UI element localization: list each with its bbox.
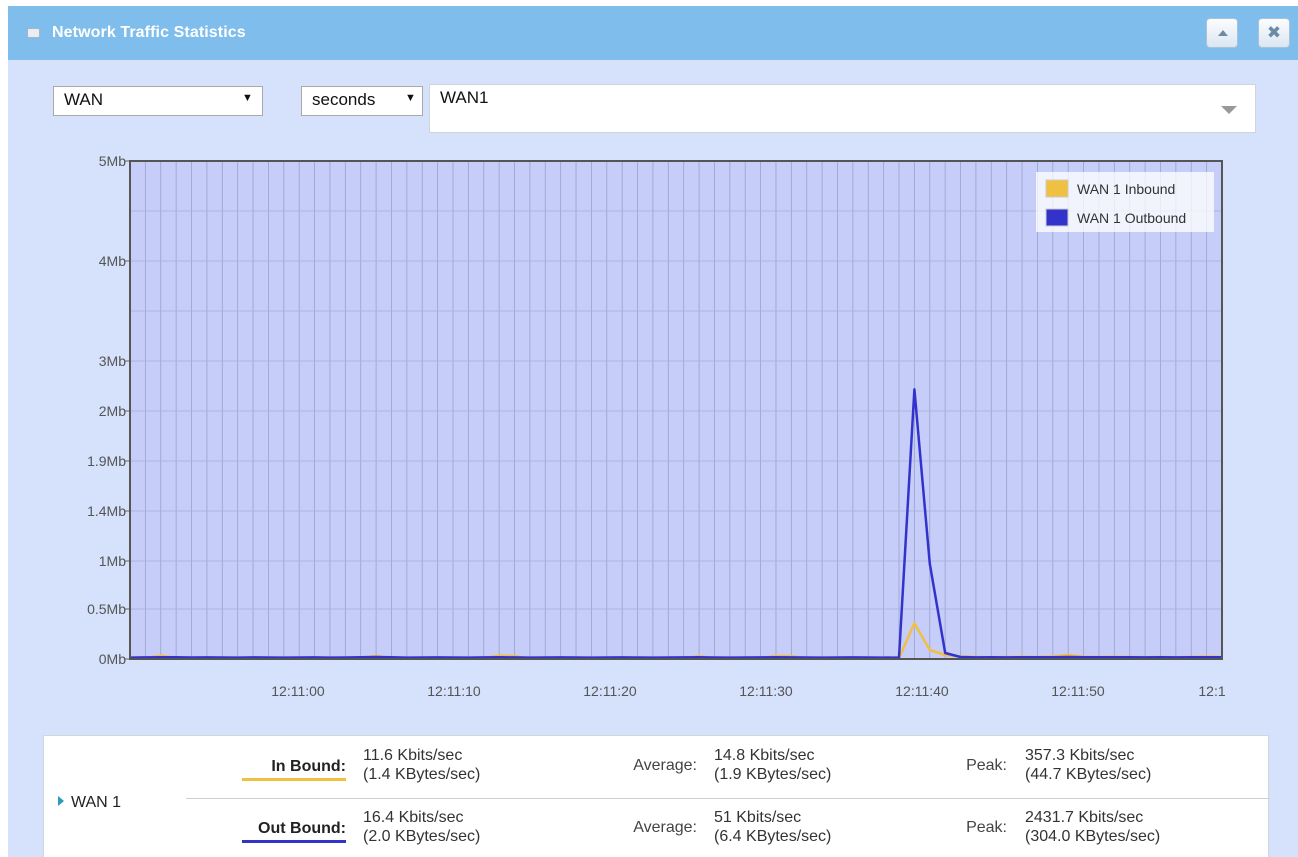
inbound-peak-kbytes: (44.7 KBytes/sec) bbox=[1025, 766, 1152, 783]
y-tick-label: 1.9Mb bbox=[87, 453, 126, 469]
panel-titlebar: Network Traffic Statistics ✖ bbox=[8, 6, 1298, 60]
x-tick-label: 12:11:30 bbox=[739, 683, 793, 699]
inbound-peak-label: Peak: bbox=[966, 757, 1007, 774]
inbound-label-text: In Bound: bbox=[271, 758, 346, 775]
y-tick-label: 1.4Mb bbox=[87, 503, 126, 519]
outbound-label-text: Out Bound: bbox=[258, 820, 346, 837]
traffic-chart: 5Mb 4Mb 3Mb 2Mb 1.9Mb 1.4Mb 1Mb 0.5Mb 0Mb 12:11:0… bbox=[87, 156, 1226, 699]
outbound-average-kbits: 51 Kbits/sec bbox=[714, 809, 802, 826]
x-tick-label: 12:1 bbox=[1198, 683, 1225, 699]
outbound-average: 51 Kbits/sec (6.4 KBytes/sec) bbox=[714, 808, 831, 846]
x-tick-label: 12:11:40 bbox=[895, 683, 949, 699]
time-unit-select[interactable]: seconds ▼ bbox=[301, 86, 423, 116]
panel-title: Network Traffic Statistics bbox=[52, 24, 246, 41]
outbound-peak-kbits: 2431.7 Kbits/sec bbox=[1025, 809, 1144, 826]
y-tick-label: 3Mb bbox=[99, 353, 126, 369]
inbound-peak-kbits: 357.3 Kbits/sec bbox=[1025, 747, 1135, 764]
chevron-down-icon bbox=[1221, 106, 1237, 114]
y-tick-label: 0.5Mb bbox=[87, 601, 126, 617]
traffic-statistics-panel: Network Traffic Statistics ✖ WAN ▼ secon… bbox=[8, 6, 1298, 857]
inbound-current-kbits: 11.6 Kbits/sec bbox=[363, 747, 463, 764]
x-tick-label: 12:11:50 bbox=[1051, 683, 1105, 699]
expand-arrow-icon bbox=[58, 796, 64, 806]
inbound-average-kbytes: (1.9 KBytes/sec) bbox=[714, 766, 832, 783]
outbound-peak-label: Peak: bbox=[966, 819, 1007, 836]
x-tick-label: 12:11:10 bbox=[427, 683, 481, 699]
inbound-average-label: Average: bbox=[633, 757, 697, 774]
legend-swatch bbox=[1045, 179, 1069, 198]
inbound-peak: 357.3 Kbits/sec (44.7 KBytes/sec) bbox=[1025, 746, 1151, 784]
outbound-peak: 2431.7 Kbits/sec (304.0 KBytes/sec) bbox=[1025, 808, 1160, 846]
outbound-current-kbits: 16.4 Kbits/sec bbox=[363, 809, 464, 826]
y-tick-label: 4Mb bbox=[99, 253, 126, 269]
x-tick-label: 12:11:20 bbox=[583, 683, 637, 699]
outbound-color-bar bbox=[242, 840, 346, 843]
group-select[interactable]: WAN ▼ bbox=[53, 86, 263, 116]
outbound-label: Out Bound: bbox=[236, 820, 346, 843]
legend-label: WAN 1 Inbound bbox=[1077, 181, 1175, 197]
inbound-current: 11.6 Kbits/sec (1.4 KBytes/sec) bbox=[363, 746, 480, 784]
inbound-average: 14.8 Kbits/sec (1.9 KBytes/sec) bbox=[714, 746, 831, 784]
group-select-value: WAN bbox=[64, 90, 104, 109]
plot-area bbox=[130, 161, 1222, 659]
inbound-color-bar bbox=[242, 778, 346, 781]
x-tick-label: 12:11:00 bbox=[271, 683, 325, 699]
outbound-average-kbytes: (6.4 KBytes/sec) bbox=[714, 828, 832, 845]
outbound-current-kbytes: (2.0 KBytes/sec) bbox=[363, 828, 481, 845]
interface-select-value: WAN1 bbox=[440, 88, 489, 107]
close-button[interactable]: ✖ bbox=[1258, 18, 1290, 48]
y-tick-label: 1Mb bbox=[99, 553, 126, 569]
close-icon: ✖ bbox=[1266, 23, 1282, 42]
outbound-current: 16.4 Kbits/sec (2.0 KBytes/sec) bbox=[363, 808, 480, 846]
stats-interface-name: WAN 1 bbox=[71, 794, 122, 811]
time-unit-select-value: seconds bbox=[312, 90, 376, 109]
collapse-up-icon bbox=[1218, 30, 1228, 36]
y-tick-label: 2Mb bbox=[99, 403, 126, 419]
inbound-label: In Bound: bbox=[236, 758, 346, 781]
interface-select[interactable]: WAN1 bbox=[429, 84, 1256, 133]
stats-table: WAN 1 In Bound: 11.6 Kbits/sec (1.4 KByt… bbox=[43, 735, 1270, 857]
row-divider bbox=[186, 798, 1270, 799]
stats-interface-label[interactable]: WAN 1 bbox=[58, 794, 121, 812]
panel-icon bbox=[27, 28, 40, 38]
legend-swatch bbox=[1045, 208, 1069, 227]
outbound-peak-kbytes: (304.0 KBytes/sec) bbox=[1025, 828, 1161, 845]
outbound-average-label: Average: bbox=[633, 819, 697, 836]
legend-label: WAN 1 Outbound bbox=[1077, 210, 1186, 226]
collapse-button[interactable] bbox=[1206, 18, 1238, 48]
y-tick-label: 5Mb bbox=[99, 156, 126, 169]
inbound-average-kbits: 14.8 Kbits/sec bbox=[714, 747, 815, 764]
inbound-current-kbytes: (1.4 KBytes/sec) bbox=[363, 766, 481, 783]
dropdown-arrow-icon: ▼ bbox=[405, 92, 416, 104]
dropdown-arrow-icon: ▼ bbox=[242, 92, 253, 104]
y-tick-label: 0Mb bbox=[99, 651, 126, 667]
